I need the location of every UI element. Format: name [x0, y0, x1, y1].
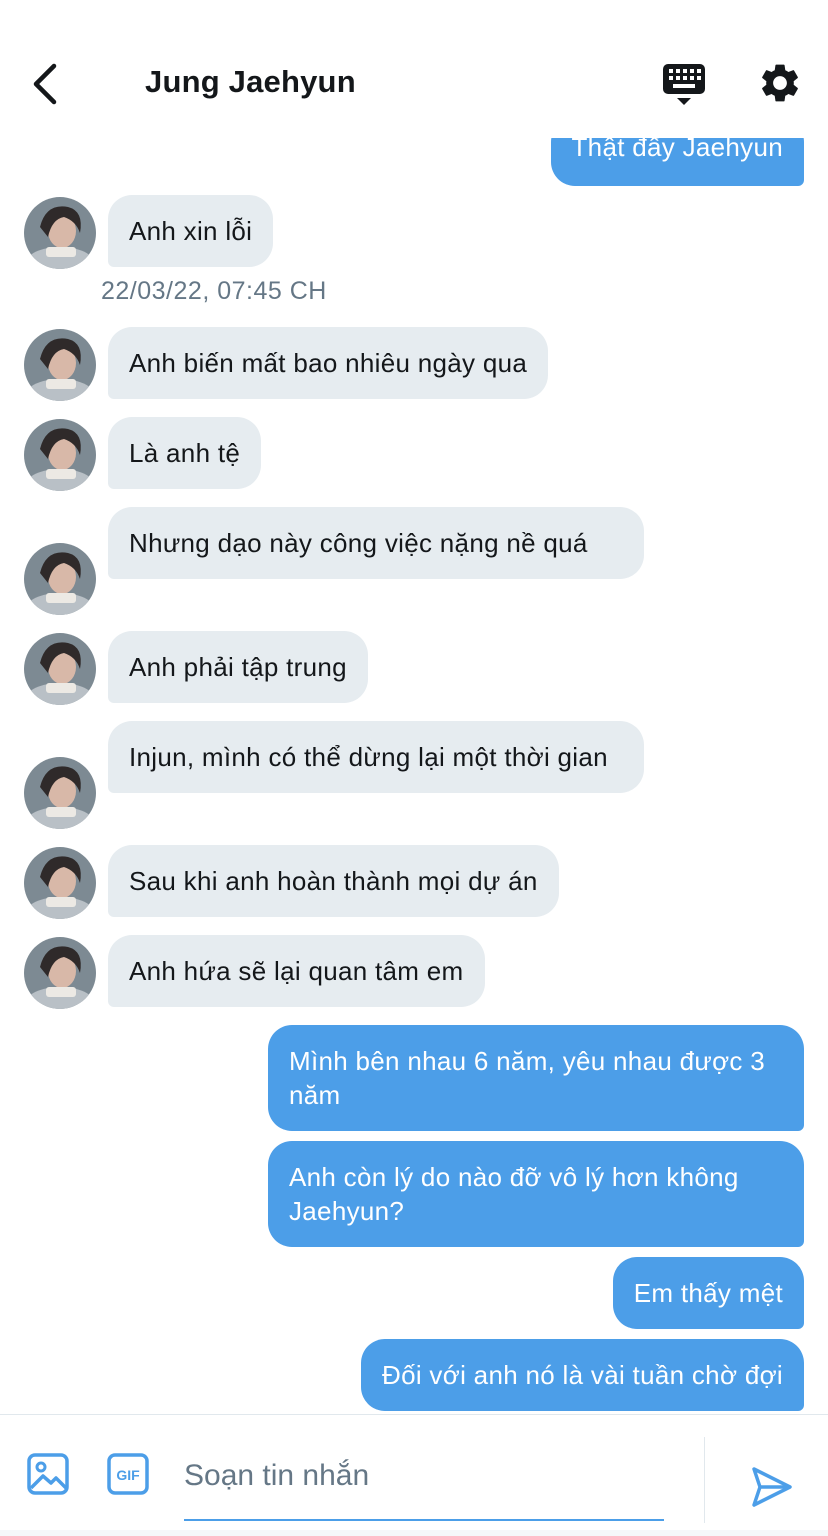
avatar[interactable]	[24, 847, 96, 919]
message-composer: GIF	[0, 1414, 828, 1536]
received-message-bubble[interactable]: Sau khi anh hoàn thành mọi dự án	[108, 845, 559, 917]
send-icon	[752, 1467, 792, 1507]
add-image-button[interactable]	[26, 1452, 70, 1496]
received-message-bubble[interactable]: Injun, mình có thể dừng lại một thời gia…	[108, 721, 644, 793]
received-message-bubble[interactable]: Là anh tệ	[108, 417, 262, 489]
gif-label: GIF	[116, 1467, 140, 1483]
avatar[interactable]	[24, 757, 96, 829]
bottom-edge	[0, 1530, 828, 1536]
received-message-bubble[interactable]: Anh biến mất bao nhiêu ngày qua	[108, 327, 549, 399]
composer-divider	[704, 1437, 705, 1523]
sent-message-bubble[interactable]: Mình bên nhau 6 năm, yêu nhau được 3 năm	[268, 1025, 804, 1131]
conversation-header: Jung Jaehyun	[0, 0, 828, 138]
keyboard-button[interactable]	[661, 62, 707, 108]
gear-icon	[762, 64, 798, 102]
avatar[interactable]	[24, 419, 96, 491]
avatar-image	[24, 329, 96, 401]
message-input[interactable]	[184, 1445, 664, 1521]
avatar[interactable]	[24, 633, 96, 705]
avatar[interactable]	[24, 543, 96, 615]
settings-button[interactable]	[757, 60, 803, 106]
sent-message-bubble[interactable]: Em thấy mệt	[612, 1257, 804, 1329]
add-gif-button[interactable]: GIF	[106, 1452, 150, 1496]
sent-message-bubble[interactable]: Thật đấy Jaehyun	[550, 138, 804, 186]
avatar-image	[24, 937, 96, 1009]
avatar-image	[24, 419, 96, 491]
received-message-bubble[interactable]: Anh xin lỗi	[108, 195, 274, 267]
avatar-image	[24, 543, 96, 615]
received-message-bubble[interactable]: Anh phải tập trung	[108, 631, 368, 703]
chevron-left-icon	[33, 63, 57, 105]
avatar[interactable]	[24, 937, 96, 1009]
message-list[interactable]: Thật đấy Jaehyun Anh xin lỗi 22/03/22, 0…	[0, 138, 828, 1414]
avatar[interactable]	[24, 329, 96, 401]
avatar-image	[24, 757, 96, 829]
sent-message-bubble[interactable]: Anh còn lý do nào đỡ vô lý hơn không Jae…	[268, 1141, 804, 1247]
received-message-bubble[interactable]: Nhưng dạo này công việc nặng nề quá	[108, 507, 644, 579]
sent-message-bubble[interactable]: Đối với anh nó là vài tuần chờ đợi	[361, 1339, 804, 1411]
gif-icon: GIF	[107, 1453, 149, 1495]
keyboard-icon	[663, 64, 705, 105]
send-button[interactable]	[750, 1465, 794, 1509]
avatar[interactable]	[24, 197, 96, 269]
avatar-image	[24, 847, 96, 919]
message-timestamp: 22/03/22, 07:45 CH	[101, 277, 327, 305]
image-icon	[27, 1453, 69, 1495]
back-button[interactable]	[26, 60, 66, 108]
received-message-bubble[interactable]: Anh hứa sẽ lại quan tâm em	[108, 935, 485, 1007]
avatar-image	[24, 197, 96, 269]
conversation-title: Jung Jaehyun	[145, 64, 356, 99]
avatar-image	[24, 633, 96, 705]
